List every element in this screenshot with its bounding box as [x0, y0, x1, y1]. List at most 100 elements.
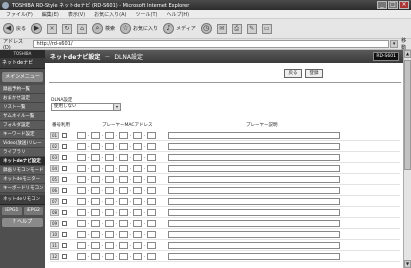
mac-octet-input[interactable]	[147, 208, 156, 216]
use-checkbox[interactable]	[62, 165, 67, 171]
print-icon[interactable]: ⎙	[231, 23, 242, 34]
mac-octet-input[interactable]	[91, 164, 100, 172]
mac-octet-input[interactable]	[133, 131, 142, 139]
mac-octet-input[interactable]	[119, 142, 128, 150]
mac-octet-input[interactable]	[77, 164, 86, 172]
mac-octet-input[interactable]	[77, 197, 86, 205]
mac-octet-input[interactable]	[91, 142, 100, 150]
mac-octet-input[interactable]	[119, 164, 128, 172]
scroll-up-icon[interactable]: ▲	[404, 50, 411, 58]
use-checkbox[interactable]	[62, 231, 67, 237]
iepg1-button[interactable]: iEPG1	[2, 207, 22, 215]
main-menu-button[interactable]: メインメニュー	[2, 72, 43, 82]
use-checkbox[interactable]	[62, 176, 67, 182]
mac-octet-input[interactable]	[133, 164, 142, 172]
scroll-down-icon[interactable]: ▼	[404, 260, 411, 268]
search-toolbar-button[interactable]: ⌕ 検索	[92, 23, 115, 34]
mac-octet-input[interactable]	[147, 230, 156, 238]
mac-octet-input[interactable]	[147, 142, 156, 150]
mac-octet-input[interactable]	[147, 252, 156, 260]
mac-octet-input[interactable]	[133, 197, 142, 205]
mac-octet-input[interactable]	[105, 241, 114, 249]
mac-octet-input[interactable]	[77, 153, 86, 161]
use-checkbox[interactable]	[62, 198, 67, 204]
use-checkbox[interactable]	[62, 253, 67, 259]
sidebar-item-keyboard-remote[interactable]: キーボードリモコン	[0, 184, 45, 193]
use-checkbox[interactable]	[62, 187, 67, 193]
save-button[interactable]: 登録	[305, 69, 323, 78]
use-checkbox[interactable]	[62, 242, 67, 248]
use-checkbox[interactable]	[62, 132, 67, 138]
mac-octet-input[interactable]	[119, 186, 128, 194]
sidebar-item-reservations[interactable]: 録画予約一覧	[0, 85, 45, 94]
mac-octet-input[interactable]	[133, 241, 142, 249]
mac-octet-input[interactable]	[119, 241, 128, 249]
menu-help[interactable]: ヘルプ(H)	[166, 11, 189, 18]
player-description-input[interactable]	[168, 186, 340, 194]
mac-octet-input[interactable]	[77, 252, 86, 260]
player-description-input[interactable]	[168, 208, 340, 216]
use-checkbox[interactable]	[62, 209, 67, 215]
player-description-input[interactable]	[168, 175, 340, 183]
sidebar-item-keyword-settings[interactable]: キーワード設定	[0, 130, 45, 139]
mac-octet-input[interactable]	[119, 208, 128, 216]
mac-octet-input[interactable]	[105, 153, 114, 161]
history-icon[interactable]: ◷	[200, 23, 212, 34]
mac-octet-input[interactable]	[105, 197, 114, 205]
player-description-input[interactable]	[168, 241, 340, 249]
mac-octet-input[interactable]	[147, 197, 156, 205]
mac-octet-input[interactable]	[147, 186, 156, 194]
menu-favorites[interactable]: お気に入り(A)	[94, 11, 126, 18]
address-dropdown-icon[interactable]: ▾	[390, 40, 399, 48]
mac-octet-input[interactable]	[119, 219, 128, 227]
mac-octet-input[interactable]	[91, 252, 100, 260]
mac-octet-input[interactable]	[91, 230, 100, 238]
mac-octet-input[interactable]	[133, 175, 142, 183]
mac-octet-input[interactable]	[133, 208, 142, 216]
mac-octet-input[interactable]	[105, 175, 114, 183]
player-description-input[interactable]	[168, 153, 340, 161]
mac-octet-input[interactable]	[105, 230, 114, 238]
mac-octet-input[interactable]	[77, 131, 86, 139]
back-nav-button[interactable]: ◀ 戻る	[3, 23, 26, 34]
mac-octet-input[interactable]	[77, 219, 86, 227]
mac-octet-input[interactable]	[133, 219, 142, 227]
mac-octet-input[interactable]	[77, 241, 86, 249]
mac-octet-input[interactable]	[91, 208, 100, 216]
help-button[interactable]: ? ヘルプ	[2, 218, 43, 227]
player-description-input[interactable]	[168, 230, 340, 238]
home-icon[interactable]: ⌂	[77, 23, 88, 34]
media-toolbar-button[interactable]: ♪ メディア	[163, 23, 196, 34]
sidebar-item-list[interactable]: リスト一覧	[0, 103, 45, 112]
favorites-toolbar-button[interactable]: ☆ お気に入り	[120, 23, 158, 34]
sidebar-item-netdenavi-settings[interactable]: ネットdeナビ設定	[0, 157, 45, 166]
mac-octet-input[interactable]	[91, 241, 100, 249]
use-checkbox[interactable]	[62, 143, 67, 149]
player-description-input[interactable]	[168, 252, 340, 260]
address-input[interactable]: http://rd-s601/	[33, 40, 390, 48]
mac-octet-input[interactable]	[77, 186, 86, 194]
mac-octet-input[interactable]	[147, 164, 156, 172]
stop-icon[interactable]: ×	[47, 23, 58, 34]
sidebar-item-library[interactable]: ライブラリ	[0, 148, 45, 157]
mac-octet-input[interactable]	[119, 131, 128, 139]
mac-octet-input[interactable]	[133, 230, 142, 238]
player-description-input[interactable]	[168, 142, 340, 150]
mac-octet-input[interactable]	[91, 175, 100, 183]
mac-octet-input[interactable]	[77, 142, 86, 150]
mac-octet-input[interactable]	[147, 241, 156, 249]
sidebar-item-folder-settings[interactable]: フォルダ設定	[0, 121, 45, 130]
vertical-scrollbar[interactable]: ▲ ▼	[403, 50, 411, 268]
player-description-input[interactable]	[168, 219, 340, 227]
sidebar-item-thumbnails[interactable]: サムネイル一覧	[0, 112, 45, 121]
go-button[interactable]: 移動	[401, 37, 411, 51]
player-description-input[interactable]	[168, 164, 340, 172]
dlna-setting-select[interactable]: 使用しない ▾	[51, 103, 121, 111]
back-button[interactable]: 戻る	[284, 69, 302, 78]
mac-octet-input[interactable]	[147, 219, 156, 227]
mac-octet-input[interactable]	[133, 153, 142, 161]
menu-edit[interactable]: 編集(E)	[42, 11, 59, 18]
mail-icon[interactable]: ✉	[216, 23, 227, 34]
player-description-input[interactable]	[168, 197, 340, 205]
mac-octet-input[interactable]	[119, 252, 128, 260]
